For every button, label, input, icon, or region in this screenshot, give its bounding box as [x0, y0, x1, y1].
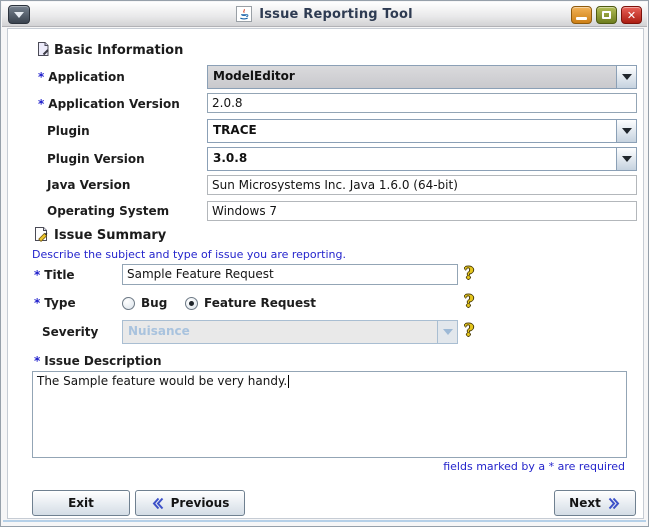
- maximize-button[interactable]: [596, 6, 617, 24]
- chevron-down-icon: [14, 12, 24, 18]
- issue-description-textarea[interactable]: The Sample feature would be very handy.: [32, 371, 627, 458]
- issue-reporting-window: Issue Reporting Tool ✕ Basic Information: [0, 0, 649, 527]
- previous-button-label: Previous: [171, 496, 230, 510]
- severity-help-icon[interactable]: ?: [464, 323, 474, 340]
- required-marker: *: [34, 296, 40, 310]
- next-button-label: Next: [569, 496, 601, 510]
- exit-button-label: Exit: [68, 496, 94, 510]
- required-marker: *: [34, 268, 40, 282]
- required-fields-note: fields marked by a * are required: [443, 460, 625, 473]
- close-icon: ✕: [627, 10, 636, 21]
- severity-label: Severity: [42, 325, 98, 339]
- type-help-icon[interactable]: ?: [464, 294, 474, 311]
- type-bug-radio[interactable]: [122, 297, 135, 310]
- chevron-down-icon: [443, 329, 453, 335]
- minimize-icon: [576, 17, 587, 20]
- title-bar: Issue Reporting Tool ✕: [2, 2, 647, 27]
- required-marker: *: [38, 70, 44, 84]
- operating-system-label: Operating System: [47, 204, 169, 218]
- double-chevron-right-icon: [608, 497, 621, 510]
- java-version-label: Java Version: [47, 178, 130, 192]
- maximize-icon: [602, 11, 611, 19]
- required-marker: *: [34, 354, 40, 368]
- basic-info-page-icon: [35, 41, 51, 61]
- severity-value: Nuisance: [123, 321, 437, 343]
- plugin-version-label: Plugin Version: [47, 152, 145, 166]
- severity-dropdown-button: [437, 321, 457, 343]
- title-input[interactable]: Sample Feature Request: [122, 264, 458, 285]
- java-version-field: Sun Microsystems Inc. Java 1.6.0 (64-bit…: [207, 175, 637, 195]
- title-group: Issue Reporting Tool: [236, 6, 413, 22]
- previous-button[interactable]: Previous: [135, 490, 245, 516]
- plugin-version-combobox[interactable]: 3.0.8: [207, 147, 637, 171]
- chevron-down-icon: [622, 156, 632, 162]
- text-caret: [288, 375, 289, 388]
- plugin-combobox[interactable]: TRACE: [207, 119, 637, 143]
- title-help-icon[interactable]: ?: [464, 266, 474, 283]
- issue-summary-description: Describe the subject and type of issue y…: [32, 248, 346, 261]
- window-menu-button[interactable]: [8, 5, 30, 24]
- plugin-version-value: 3.0.8: [208, 148, 616, 170]
- application-combobox[interactable]: ModelEditor: [207, 65, 637, 89]
- plugin-version-dropdown-button[interactable]: [616, 148, 636, 170]
- type-label: *Type: [34, 296, 76, 310]
- plugin-dropdown-button[interactable]: [616, 120, 636, 142]
- application-version-label: *Application Version: [38, 97, 180, 111]
- application-value: ModelEditor: [208, 66, 616, 88]
- java-coffee-cup-icon: [236, 6, 252, 22]
- severity-combobox: Nuisance: [122, 320, 458, 344]
- type-feature-request-label[interactable]: Feature Request: [204, 296, 316, 310]
- basic-info-heading: Basic Information: [54, 43, 183, 58]
- type-bug-label[interactable]: Bug: [141, 296, 167, 310]
- issue-description-text: The Sample feature would be very handy.: [37, 374, 287, 388]
- type-feature-request-radio[interactable]: [185, 297, 198, 310]
- plugin-label: Plugin: [47, 124, 90, 138]
- application-label: *Application: [38, 70, 125, 84]
- required-marker: *: [38, 97, 44, 111]
- plugin-value: TRACE: [208, 120, 616, 142]
- next-button[interactable]: Next: [554, 490, 636, 516]
- window-controls: ✕: [571, 6, 642, 24]
- issue-summary-heading: Issue Summary: [54, 228, 166, 243]
- minimize-button[interactable]: [571, 6, 592, 24]
- window-title: Issue Reporting Tool: [259, 7, 413, 22]
- application-version-input[interactable]: 2.0.8: [207, 93, 637, 113]
- operating-system-field: Windows 7: [207, 201, 637, 221]
- close-button[interactable]: ✕: [621, 6, 642, 24]
- issue-description-label: *Issue Description: [34, 354, 162, 368]
- exit-button[interactable]: Exit: [32, 490, 130, 516]
- chevron-down-icon: [622, 128, 632, 134]
- title-label: *Title: [34, 268, 75, 282]
- issue-summary-pencil-icon: [32, 225, 50, 247]
- chevron-down-icon: [622, 74, 632, 80]
- content-panel: Basic Information *Application ModelEdit…: [7, 28, 644, 519]
- double-chevron-left-icon: [151, 497, 164, 510]
- window-bottom-accent: [3, 520, 646, 522]
- application-dropdown-button[interactable]: [616, 66, 636, 88]
